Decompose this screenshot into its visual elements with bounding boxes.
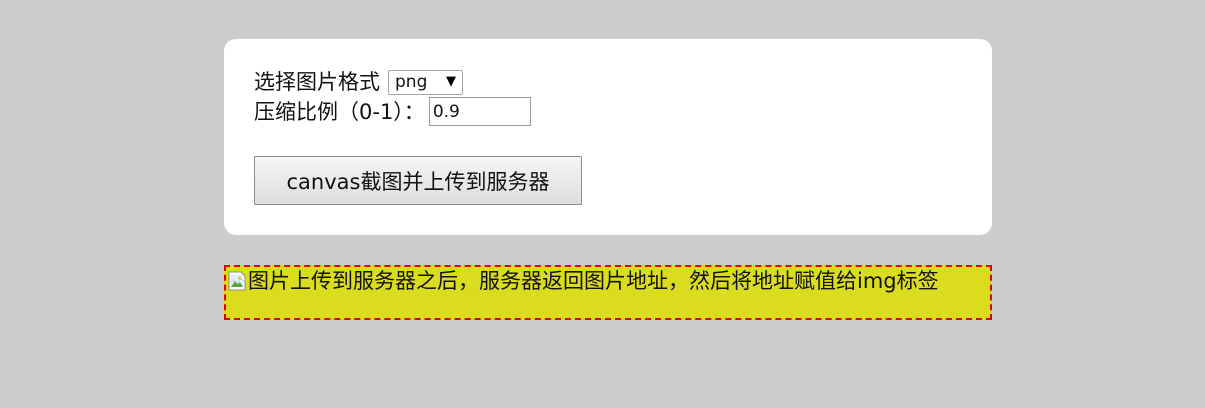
broken-image-icon xyxy=(228,271,246,291)
format-selected-value: png xyxy=(395,72,428,92)
ratio-input[interactable] xyxy=(428,97,531,126)
result-image-container: 图片上传到服务器之后，服务器返回图片地址，然后将地址赋值给img标签 xyxy=(224,265,992,320)
format-row: 选择图片格式 png ▼ xyxy=(254,69,463,95)
capture-upload-button[interactable]: canvas截图并上传到服务器 xyxy=(254,156,582,205)
format-label: 选择图片格式 xyxy=(254,70,380,94)
ratio-row: 压缩比例（0-1）： xyxy=(254,97,531,126)
result-alt-text: 图片上传到服务器之后，服务器返回图片地址，然后将地址赋值给img标签 xyxy=(248,269,939,293)
settings-panel: 选择图片格式 png ▼ 压缩比例（0-1）： canvas截图并上传到服务器 xyxy=(224,39,992,235)
ratio-label: 压缩比例（0-1）： xyxy=(254,99,425,124)
format-select[interactable]: png ▼ xyxy=(388,69,463,95)
dropdown-arrow-icon: ▼ xyxy=(446,74,456,89)
